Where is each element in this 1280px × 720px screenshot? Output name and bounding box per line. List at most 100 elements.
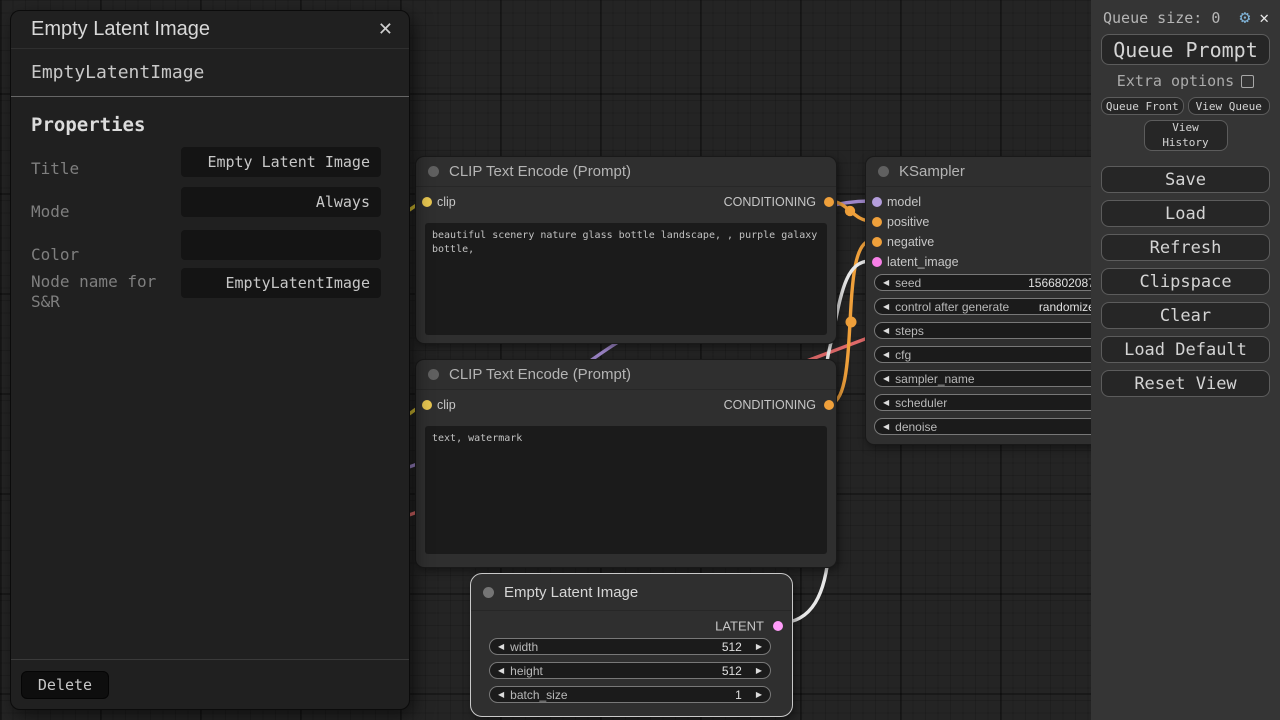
io-row-negative: negative <box>866 232 1124 252</box>
arrow-left-icon[interactable]: ◀ <box>498 643 504 651</box>
link-dot-positive <box>845 206 855 216</box>
arrow-left-icon[interactable]: ◀ <box>883 351 889 359</box>
arrow-left-icon[interactable]: ◀ <box>883 375 889 383</box>
negative-input-port[interactable] <box>872 237 882 247</box>
widget-name: seed <box>895 276 921 290</box>
batch-size-widget[interactable]: ◀ batch_size 1 ▶ <box>489 686 771 703</box>
io-row-positive: positive <box>866 212 1124 232</box>
reset-view-button[interactable]: Reset View <box>1101 370 1270 397</box>
load-button[interactable]: Load <box>1101 200 1270 227</box>
node-title: KSampler <box>899 163 965 180</box>
load-default-button[interactable]: Load Default <box>1101 336 1270 363</box>
queue-prompt-button[interactable]: Queue Prompt <box>1101 34 1270 65</box>
arrow-left-icon[interactable]: ◀ <box>883 399 889 407</box>
node-header[interactable]: Empty Latent Image <box>471 574 792 611</box>
node-name-field-input[interactable]: EmptyLatentImage <box>181 268 381 298</box>
close-icon[interactable]: ✕ <box>1259 10 1269 26</box>
queue-actions-row: Queue Front View Queue <box>1101 97 1270 115</box>
node-status-dot-icon <box>428 369 439 380</box>
denoise-widget[interactable]: ◀ denoise <box>874 418 1116 435</box>
steps-widget[interactable]: ◀ steps <box>874 322 1116 339</box>
node-header[interactable]: KSampler <box>866 157 1124 187</box>
control-after-generate-widget[interactable]: ◀ control after generate randomize ▶ <box>874 298 1116 315</box>
color-field-input[interactable] <box>181 230 381 260</box>
extra-options-row: Extra options <box>1091 72 1280 90</box>
title-field-input[interactable]: Empty Latent Image <box>181 147 381 177</box>
widget-name: cfg <box>895 348 911 362</box>
gear-icon[interactable]: ⚙ <box>1240 9 1251 27</box>
node-title: CLIP Text Encode (Prompt) <box>449 366 631 383</box>
clip-input-label: clip <box>437 398 456 412</box>
io-row-latent: LATENT <box>471 616 792 636</box>
prompt-textarea[interactable]: beautiful scenery nature glass bottle la… <box>425 223 827 335</box>
comfy-menu: Queue size: 0 ⚙ ✕ Queue Prompt Extra opt… <box>1091 0 1280 720</box>
widget-value: randomize <box>1039 300 1095 314</box>
conditioning-output-label: CONDITIONING <box>724 195 816 209</box>
arrow-right-icon[interactable]: ▶ <box>756 691 762 699</box>
arrow-right-icon[interactable]: ▶ <box>756 643 762 651</box>
widget-name: height <box>510 664 543 678</box>
delete-button[interactable]: Delete <box>21 671 109 699</box>
positive-input-label: positive <box>887 215 929 229</box>
widget-name: steps <box>895 324 924 338</box>
title-field-label: Title <box>31 159 183 179</box>
io-row-model: model <box>866 192 1124 212</box>
cfg-widget[interactable]: ◀ cfg <box>874 346 1116 363</box>
node-clip-text-encode-negative[interactable]: CLIP Text Encode (Prompt) clip CONDITION… <box>415 359 837 568</box>
width-widget[interactable]: ◀ width 512 ▶ <box>489 638 771 655</box>
model-input-label: model <box>887 195 921 209</box>
queue-front-button[interactable]: Queue Front <box>1101 97 1184 115</box>
node-clip-text-encode-positive[interactable]: CLIP Text Encode (Prompt) clip CONDITION… <box>415 156 837 344</box>
model-input-port[interactable] <box>872 197 882 207</box>
sampler-name-widget[interactable]: ◀ sampler_name <box>874 370 1116 387</box>
latent-output-port[interactable] <box>773 621 783 631</box>
properties-section-heading: Properties <box>31 114 409 136</box>
height-widget[interactable]: ◀ height 512 ▶ <box>489 662 771 679</box>
io-row: clip CONDITIONING <box>416 192 836 212</box>
latent-output-label: LATENT <box>715 619 764 634</box>
arrow-left-icon[interactable]: ◀ <box>883 327 889 335</box>
view-history-button[interactable]: View History <box>1144 120 1228 151</box>
latent-image-input-port[interactable] <box>872 257 882 267</box>
arrow-left-icon[interactable]: ◀ <box>883 303 889 311</box>
conditioning-output-port[interactable] <box>824 197 834 207</box>
node-header[interactable]: CLIP Text Encode (Prompt) <box>416 360 836 390</box>
clip-input-port[interactable] <box>422 197 432 207</box>
mode-field-input[interactable]: Always <box>181 187 381 217</box>
node-status-dot-icon <box>483 587 494 598</box>
clipspace-button[interactable]: Clipspace <box>1101 268 1270 295</box>
prompt-textarea[interactable]: text, watermark <box>425 426 827 554</box>
node-ksampler[interactable]: KSampler model positive negative latent_… <box>865 156 1125 445</box>
node-status-dot-icon <box>428 166 439 177</box>
node-header[interactable]: CLIP Text Encode (Prompt) <box>416 157 836 187</box>
link-dot-negative <box>846 317 857 328</box>
close-icon[interactable]: ✕ <box>378 19 393 40</box>
queue-size-label: Queue size: 0 <box>1103 9 1220 27</box>
widget-value: 512 <box>722 664 742 678</box>
conditioning-output-port[interactable] <box>824 400 834 410</box>
arrow-left-icon[interactable]: ◀ <box>883 423 889 431</box>
node-properties-panel: Empty Latent Image ✕ EmptyLatentImage Pr… <box>10 10 410 710</box>
node-empty-latent-image[interactable]: Empty Latent Image LATENT ◀ width 512 ▶ … <box>470 573 793 717</box>
scheduler-widget[interactable]: ◀ scheduler <box>874 394 1116 411</box>
extra-options-checkbox[interactable] <box>1241 75 1254 88</box>
arrow-right-icon[interactable]: ▶ <box>756 667 762 675</box>
node-type-label: EmptyLatentImage <box>11 49 409 97</box>
seed-widget[interactable]: ◀ seed 1566802087 ▶ <box>874 274 1116 291</box>
arrow-left-icon[interactable]: ◀ <box>883 279 889 287</box>
view-queue-button[interactable]: View Queue <box>1188 97 1271 115</box>
widget-value: 1566802087 <box>1028 276 1095 290</box>
panel-divider <box>11 659 409 660</box>
positive-input-port[interactable] <box>872 217 882 227</box>
io-row: clip CONDITIONING <box>416 395 836 415</box>
arrow-left-icon[interactable]: ◀ <box>498 691 504 699</box>
widget-name: batch_size <box>510 688 567 702</box>
extra-options-label: Extra options <box>1117 72 1234 90</box>
conditioning-output-label: CONDITIONING <box>724 398 816 412</box>
clear-button[interactable]: Clear <box>1101 302 1270 329</box>
refresh-button[interactable]: Refresh <box>1101 234 1270 261</box>
save-button[interactable]: Save <box>1101 166 1270 193</box>
arrow-left-icon[interactable]: ◀ <box>498 667 504 675</box>
queue-size-row: Queue size: 0 ⚙ ✕ <box>1091 0 1280 31</box>
clip-input-port[interactable] <box>422 400 432 410</box>
